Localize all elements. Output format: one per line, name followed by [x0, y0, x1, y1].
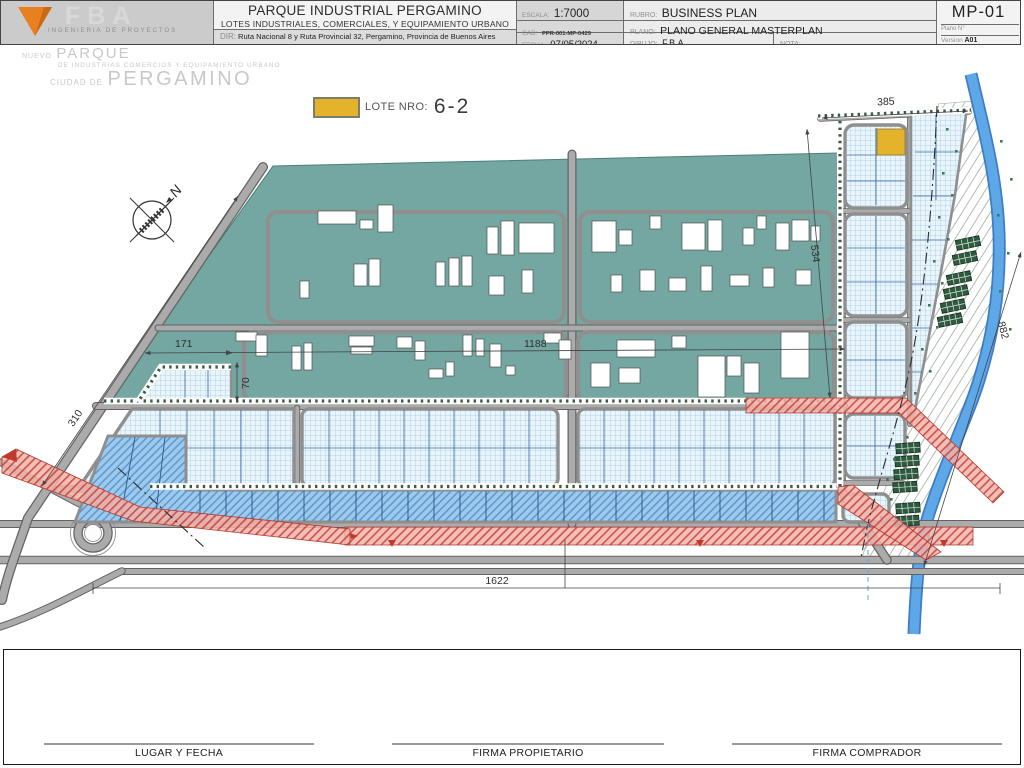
signature-caption: FIRMA COMPRADOR — [732, 745, 1002, 759]
project-title-cell: PARQUE INDUSTRIAL PERGAMINO LOTES INDUST… — [214, 1, 517, 44]
lot-legend-label: LOTE NRO: — [365, 101, 428, 113]
nota-label: NOTA: — [780, 41, 801, 44]
version-label: Version — [941, 37, 963, 44]
logo-cell: FBA INGENIERIA DE PROYECTOS — [1, 1, 214, 44]
signature-caption: FIRMA PROPIETARIO — [392, 745, 664, 759]
plan-info-cell: RUBRO: BUSINESS PLAN PLANO: PLANO GENERA… — [624, 1, 937, 44]
dim-534: 534 — [808, 244, 822, 263]
lot-legend: LOTE NRO: 6-2 — [313, 95, 470, 119]
sheet-number-label: Plano N° — [941, 24, 1019, 32]
masterplan-sheet: { "title_block": { "logo": {"company": "… — [0, 0, 1024, 768]
sheet-code: MP-01 — [937, 3, 1020, 22]
dim-1188: 1188 — [524, 338, 547, 350]
logo-tagline: INGENIERIA DE PROYECTOS — [48, 27, 177, 34]
sheet-number-cell: MP-01 Plano N° Version A01 — [937, 1, 1020, 44]
dim-882: 882 — [995, 320, 1011, 340]
version-value: A01 — [965, 37, 978, 44]
dim-385: 385 — [877, 96, 895, 109]
project-title: PARQUE INDUSTRIAL PERGAMINO — [214, 3, 516, 18]
lot-color-swatch — [313, 97, 360, 118]
rubro-value: BUSINESS PLAN — [662, 6, 757, 20]
watermark-prefix1: NUEVO — [22, 53, 52, 60]
lot-row-grid — [80, 409, 835, 486]
fecha-value: 07/05/2024 — [550, 39, 598, 44]
north-compass: N — [130, 181, 185, 242]
signature-caption: LUGAR Y FECHA — [44, 745, 314, 759]
signature-field-place-date: LUGAR Y FECHA — [44, 743, 314, 759]
signature-box: LUGAR Y FECHA FIRMA PROPIETARIO FIRMA CO… — [3, 649, 1021, 765]
dibujo-value: F.B.A. — [662, 38, 686, 44]
signature-field-buyer: FIRMA COMPRADOR — [732, 743, 1002, 759]
dim-171: 171 — [175, 338, 193, 350]
dir-value: Ruta Nacional 8 y Ruta Provincial 32, Pe… — [238, 32, 495, 41]
dibujo-label: DIBUJO: — [630, 41, 658, 44]
rubro-label: RUBRO: — [630, 12, 657, 19]
watermark-title1: PARQUE — [56, 45, 130, 62]
dir-label: DIR: — [220, 32, 236, 41]
watermark-prefix3: CIUDAD DE — [50, 78, 103, 87]
signature-field-owner: FIRMA PROPIETARIO — [392, 743, 664, 759]
fecha-label: FECHA: — [522, 42, 546, 44]
lot-6-2-highlight — [877, 129, 905, 155]
lot-legend-value: 6-2 — [434, 95, 470, 119]
title-block: FBA INGENIERIA DE PROYECTOS PARQUE INDUS… — [0, 0, 1021, 45]
escala-value: 1:7000 — [554, 8, 589, 20]
park-watermark: NUEVO PARQUE DE INDUSTRIAS COMERCIOS Y E… — [22, 46, 281, 90]
dim-1622: 1622 — [485, 575, 509, 587]
scale-cell: ESCALA: 1:7000 CAD: PPR-001-MP-0429 FECH… — [517, 1, 624, 44]
escala-label: ESCALA: — [522, 12, 549, 19]
project-subtitle: LOTES INDUSTRIALES, COMERCIALES, Y EQUIP… — [214, 19, 516, 29]
watermark-title3: PERGAMINO — [107, 68, 252, 90]
dim-70: 70 — [240, 377, 252, 389]
